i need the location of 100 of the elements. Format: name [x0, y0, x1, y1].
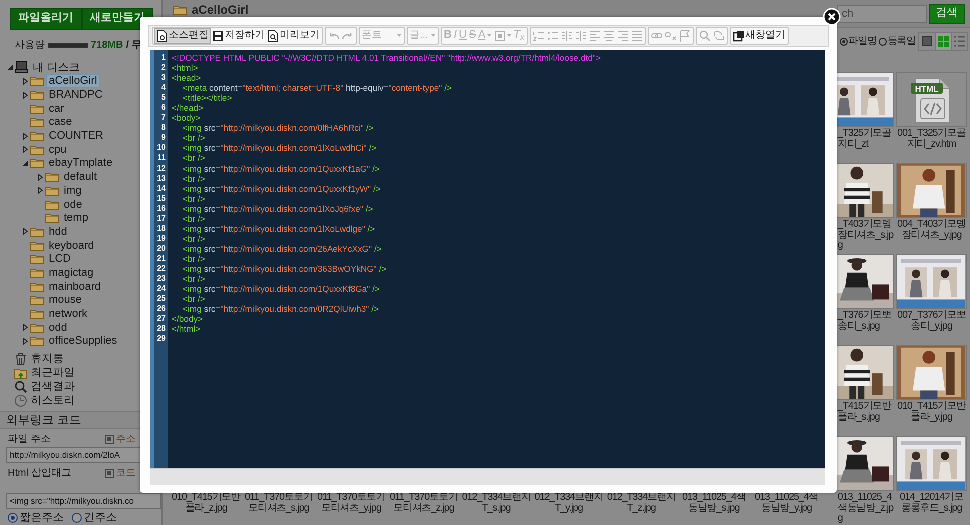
copy-icon[interactable]	[105, 469, 114, 478]
tree-item[interactable]: cpu	[46, 142, 70, 157]
expand-icon[interactable]	[22, 78, 28, 85]
folder-icon	[30, 308, 45, 320]
code-line: <img src="http://milkyou.diskn.com/1QuxxKf8Ga" />	[182, 284, 380, 294]
line-number: 10	[156, 143, 167, 154]
tree-item[interactable]: car	[46, 102, 68, 116]
radio-button[interactable]	[840, 38, 848, 46]
sidebar-link[interactable]: 히스토리	[31, 394, 75, 408]
tree-item[interactable]: 내 디스크	[30, 60, 84, 75]
file-name[interactable]: 013_11025_4색동남방_z.jpg	[824, 493, 894, 525]
copy-icon[interactable]	[105, 435, 114, 444]
tree-item[interactable]: magictag	[46, 266, 97, 280]
clock-icon	[14, 394, 28, 408]
file-name[interactable]: 012_T334브랜지T_z.jpg	[606, 493, 677, 525]
upload-button[interactable]: 파일올리기	[10, 8, 82, 30]
view-mode-button[interactable]	[951, 33, 967, 50]
thumbnail-frame[interactable]: HTML	[896, 72, 967, 127]
preview-icon	[267, 30, 279, 42]
file-name[interactable]: 012_T334브랜지T_y.jpg	[534, 493, 604, 525]
code-line: <!DOCTYPE HTML PUBLIC "-//W3C//DTD HTML 4.01 Transitional//EN" "http://www.w3.org/TR/html4/loose.dtd">	[172, 53, 601, 64]
collapse-icon[interactable]	[6, 64, 14, 72]
code-line: <html>	[172, 63, 198, 74]
line-number: 26	[156, 304, 167, 314]
file-name[interactable]: 007_T376기모뽀송티_y.jpg	[896, 311, 967, 343]
line-number: 9	[160, 133, 167, 144]
file-name[interactable]: 011_T370토토기모티셔츠_z.jpg	[388, 493, 460, 525]
tree-item[interactable]: case	[46, 115, 76, 130]
code-line: </html>	[172, 324, 201, 334]
code-line: <img src="http://milkyou.diskn.com/0R2QlUiwh3" />	[182, 304, 379, 314]
line-number: 27	[156, 314, 167, 324]
file-name[interactable]: 012_T334브랜지T_s.jpg	[461, 493, 532, 525]
tree-item[interactable]: keyboard	[46, 238, 98, 253]
expand-icon[interactable]	[36, 187, 44, 194]
toolbar-button[interactable]: 미리보기	[266, 28, 321, 44]
search-button[interactable]: 검색	[929, 4, 965, 24]
file-name[interactable]: 011_T370토토기모티셔츠_s.jpg	[244, 493, 314, 525]
tree-item[interactable]: aCelloGirl	[46, 74, 100, 88]
line-number: 1	[160, 53, 167, 64]
tree-item[interactable]: temp	[61, 211, 92, 226]
file-name[interactable]: 014_12014기모롱롱후드_s.jpg	[896, 493, 967, 525]
file-name[interactable]: 011_T370토토기모티셔츠_y.jpg	[316, 493, 387, 525]
folder-icon	[30, 322, 45, 334]
folder-icon	[45, 212, 60, 224]
file-name[interactable]: 013_11025_4색동남방_s.jpg	[678, 493, 750, 525]
file-name[interactable]: 004_T403기모뎅장티셔츠_y.jpg	[896, 220, 967, 252]
folder-icon	[45, 198, 60, 211]
file-name[interactable]: 010_T415기모반플라_z.jpg	[171, 493, 242, 525]
expand-icon[interactable]	[22, 324, 28, 332]
tree-item[interactable]: mainboard	[46, 280, 104, 294]
tree-item[interactable]: network	[46, 307, 91, 322]
toolbar-button[interactable]: 소스편집	[154, 28, 211, 44]
toolbar-button[interactable]: 새창열기	[732, 28, 787, 44]
thumbnail-frame[interactable]	[896, 345, 967, 400]
tree-item[interactable]: BRANDPC	[46, 88, 106, 102]
search-field[interactable]: ch	[837, 4, 927, 23]
code-line: <br />	[182, 274, 206, 284]
tree-item[interactable]: officeSupplies	[46, 334, 120, 348]
tree-item[interactable]: odd	[46, 320, 70, 335]
radio-button[interactable]	[878, 38, 887, 46]
expand-icon[interactable]	[22, 132, 28, 140]
tree-item[interactable]: ebayTmplate	[46, 156, 116, 170]
radio-button[interactable]	[72, 513, 82, 524]
sidebar-link[interactable]: 최근파일	[31, 367, 75, 380]
code-field[interactable]: <img src="http://milkyou.diskn.co	[6, 492, 161, 509]
sidebar-link[interactable]: 검색결과	[31, 380, 75, 394]
tree-item[interactable]: hdd	[46, 224, 70, 239]
tree-item[interactable]: COUNTER	[46, 129, 106, 144]
thumbnail-frame[interactable]	[896, 436, 967, 491]
justify-icon	[630, 30, 643, 42]
expand-icon[interactable]	[22, 146, 28, 154]
expand-icon[interactable]	[22, 338, 28, 345]
collapse-icon[interactable]	[22, 160, 28, 167]
folder-title: aCelloGirl	[192, 3, 249, 18]
line-number: 17	[156, 214, 167, 224]
line-number: 4	[160, 83, 167, 94]
thumbnail-frame[interactable]	[896, 163, 967, 218]
expand-icon[interactable]	[36, 174, 44, 181]
file-name[interactable]: 001_T325기모골지티_zv.htm	[896, 129, 967, 161]
expand-icon[interactable]	[22, 228, 28, 236]
radio-button[interactable]	[8, 513, 18, 524]
folder-icon	[30, 294, 45, 306]
code-line: <img src="http://milkyou.diskn.com/1QuxxKf1yW" />	[182, 184, 381, 194]
expand-icon[interactable]	[22, 92, 28, 99]
sidebar-link[interactable]: 휴지통	[31, 353, 64, 367]
tree-item[interactable]: default	[61, 170, 100, 184]
tree-item[interactable]: LCD	[46, 252, 74, 266]
toolbar-button[interactable]: 저장하기	[211, 28, 266, 44]
file-name[interactable]: 010_T415기모반플라_y.jpg	[896, 402, 967, 434]
caret-icon	[486, 34, 492, 38]
tree-item[interactable]: img	[61, 184, 85, 198]
code-line: <body>	[172, 113, 201, 124]
code-line: <img src="http://milkyou.diskn.com/1lXoLwdhCi" />	[182, 143, 377, 154]
thumbnail-frame[interactable]	[896, 254, 967, 309]
tree-item[interactable]: ode	[61, 198, 86, 212]
radio-label: 파일명	[848, 36, 877, 48]
file-name[interactable]: 013_11025_4색동남방_y.jpg	[751, 493, 822, 525]
line-number: 16	[156, 204, 167, 214]
tree-item[interactable]: mouse	[46, 293, 86, 308]
line-number: 2	[160, 63, 167, 74]
